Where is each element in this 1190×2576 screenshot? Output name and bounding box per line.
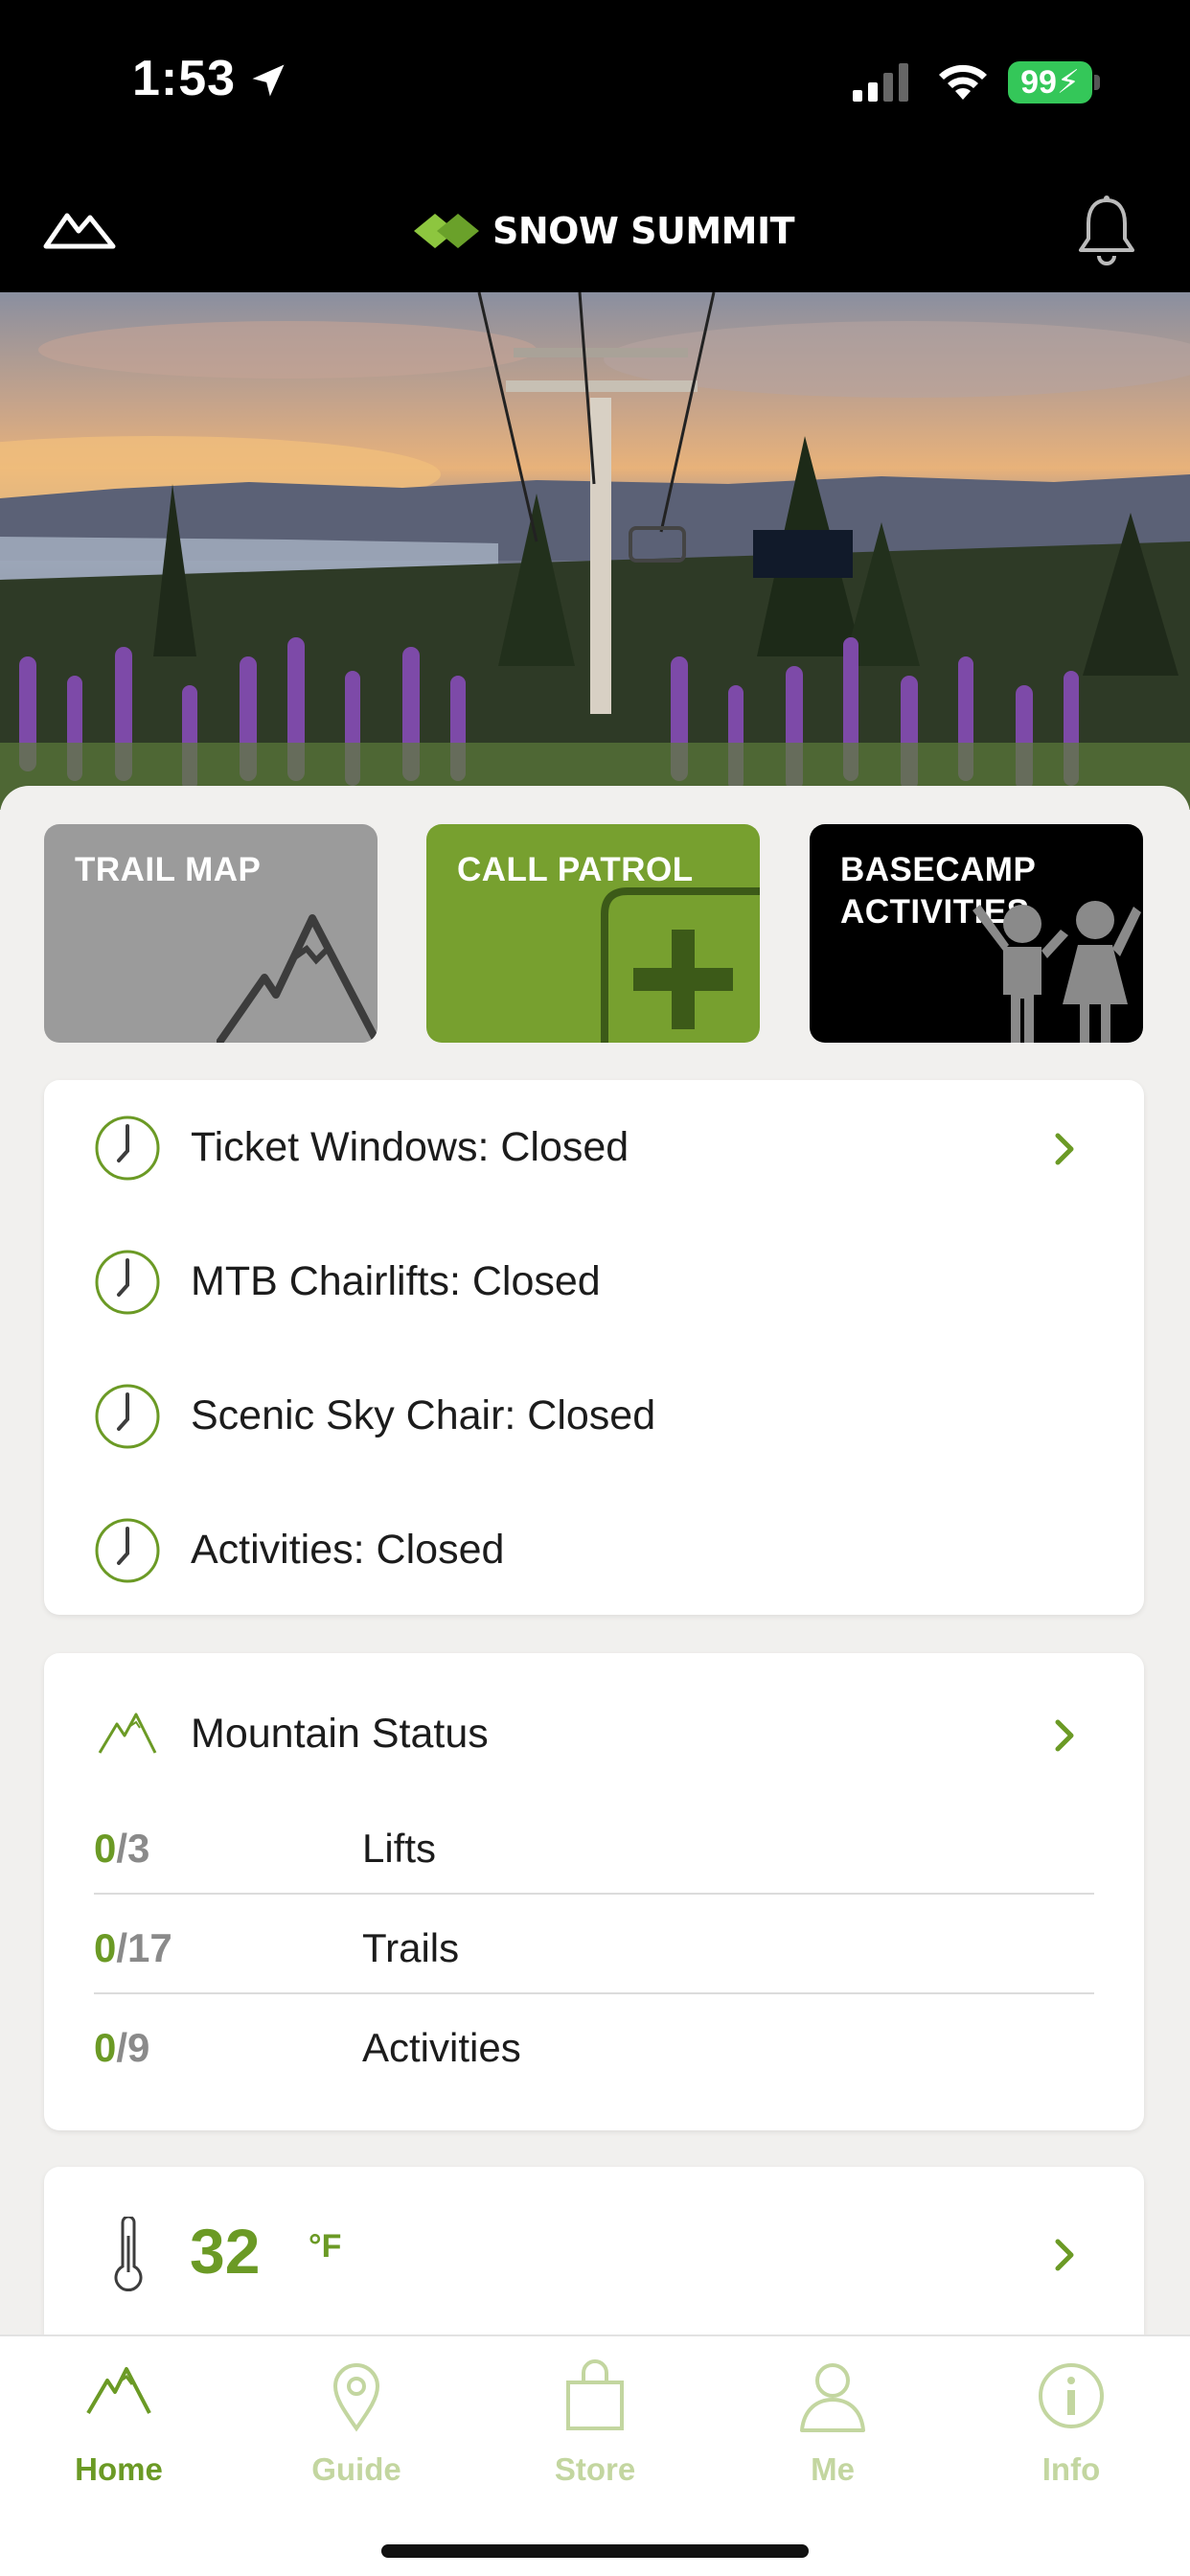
shopping-bag-icon (566, 2359, 624, 2430)
lifts-label: Lifts (362, 1826, 437, 1871)
cellular-signal-icon (853, 63, 908, 102)
temperature-unit: °F (309, 2228, 342, 2265)
status-time: 1:53 (132, 51, 237, 106)
home-indicator[interactable] (381, 2544, 809, 2558)
thermometer-icon (114, 2217, 143, 2292)
clock-icon (95, 1384, 160, 1449)
weather-card[interactable]: 32 °F (44, 2167, 1144, 2349)
chevron-right-icon (1055, 1719, 1074, 1752)
children-waving-icon (973, 901, 1141, 1043)
tab-home[interactable]: Home (0, 2359, 238, 2503)
clock-icon (95, 1518, 160, 1583)
hours-row-scenic-sky-chair: Scenic Sky Chair: Closed (44, 1348, 1144, 1483)
hours-row-ticket-windows[interactable]: Ticket Windows: Closed (44, 1080, 1144, 1214)
user-profile-icon (800, 2363, 865, 2432)
activities-open: 0 (94, 2025, 117, 2070)
trails-label: Trails (362, 1925, 460, 1970)
status-bar: 1:53 99 ⚡ (0, 0, 1190, 168)
bottom-tab-bar: Home Guide Store Me Info (0, 2334, 1190, 2576)
location-arrow-icon (252, 64, 285, 97)
hero-image (0, 292, 1190, 810)
mountain-status-card[interactable]: Mountain Status 0/3 Lifts 0/17 Trails 0/… (44, 1653, 1144, 2130)
brand-name: SNOW SUMMIT (492, 210, 795, 252)
tab-store-label: Store (554, 2451, 636, 2487)
logo-mark-icon (414, 214, 479, 248)
mountain-peak-icon (217, 914, 378, 1043)
activities-total: /9 (116, 2025, 150, 2070)
hours-label: Activities: Closed (191, 1527, 505, 1573)
tab-guide[interactable]: Guide (238, 2359, 475, 2503)
trail-map-label: TRAIL MAP (75, 851, 262, 888)
hours-row-mtb-chairlifts: MTB Chairlifts: Closed (44, 1214, 1144, 1348)
home-mountain-icon (86, 2367, 151, 2415)
mountains-icon[interactable] (42, 204, 117, 252)
hours-label: Ticket Windows: Closed (191, 1124, 629, 1170)
clock-icon (95, 1250, 160, 1315)
chevron-right-icon (1055, 2239, 1074, 2271)
mountain-status-header[interactable]: Mountain Status (44, 1697, 1144, 1774)
tab-store[interactable]: Store (476, 2359, 714, 2503)
hours-row-activities: Activities: Closed (44, 1483, 1144, 1617)
tab-info-label: Info (1041, 2451, 1101, 2487)
brand-logo: SNOW SUMMIT (412, 202, 795, 260)
clock-icon (95, 1116, 160, 1181)
info-circle-icon (1039, 2363, 1104, 2428)
trails-total: /17 (116, 1925, 172, 1970)
tab-info[interactable]: Info (952, 2359, 1190, 2503)
activities-label: Activities (362, 2025, 521, 2070)
temperature-value: 32 (190, 2216, 261, 2287)
mountain-status-title: Mountain Status (191, 1711, 489, 1757)
trails-count: 0/17 (94, 1925, 172, 1971)
wifi-icon (939, 64, 987, 100)
app-header: SNOW SUMMIT (0, 168, 1190, 292)
tab-me[interactable]: Me (714, 2359, 951, 2503)
hero-scene-illustration (0, 292, 1190, 810)
hours-label: Scenic Sky Chair: Closed (191, 1392, 656, 1438)
lifts-open: 0 (94, 1826, 117, 1871)
activities-count: 0/9 (94, 2025, 149, 2071)
mountain-icon (98, 1713, 157, 1754)
activities-status-row: 0/9 Activities (94, 1994, 1094, 2094)
trail-map-tile[interactable]: TRAIL MAP (44, 824, 378, 1043)
lifts-count: 0/3 (94, 1826, 149, 1872)
battery-nub (1094, 75, 1100, 90)
hours-label: MTB Chairlifts: Closed (191, 1258, 601, 1304)
operating-hours-card: Ticket Windows: Closed MTB Chairlifts: C… (44, 1080, 1144, 1615)
chevron-right-icon (1055, 1133, 1074, 1165)
battery-indicator: 99 ⚡ (1008, 61, 1092, 104)
trails-status-row: 0/17 Trails (94, 1895, 1094, 1994)
map-pin-icon (332, 2363, 380, 2432)
trails-open: 0 (94, 1925, 117, 1970)
first-aid-cross-icon (601, 887, 760, 1043)
notification-bell-icon[interactable] (1075, 195, 1138, 267)
basecamp-activities-tile[interactable]: BASECAMP ACTIVITIES (810, 824, 1143, 1043)
tab-guide-label: Guide (311, 2451, 401, 2487)
tab-me-label: Me (811, 2451, 855, 2487)
tab-home-label: Home (75, 2451, 163, 2487)
call-patrol-tile[interactable]: CALL PATROL (426, 824, 760, 1043)
battery-level: 99 (1020, 63, 1057, 101)
lifts-status-row: 0/3 Lifts (94, 1795, 1094, 1895)
lifts-total: /3 (116, 1826, 150, 1871)
